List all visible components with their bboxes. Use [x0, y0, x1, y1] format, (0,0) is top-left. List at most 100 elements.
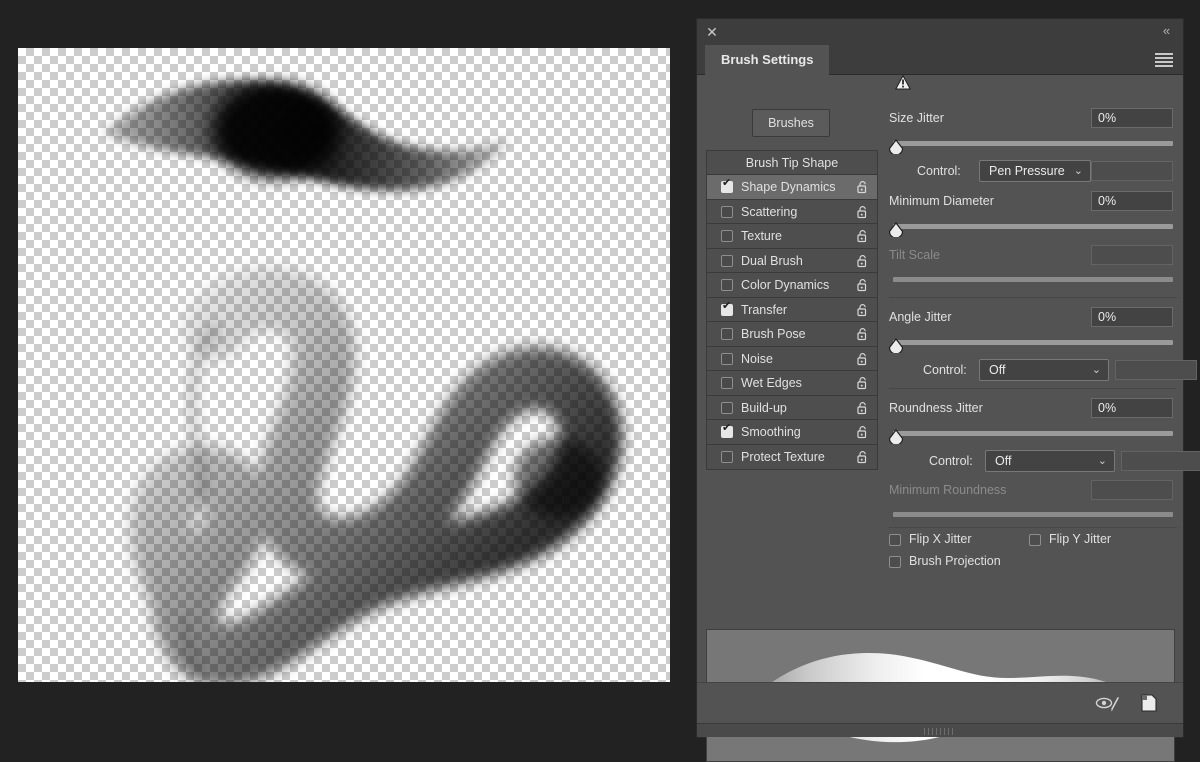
- tilt-scale-label: Tilt Scale: [889, 248, 940, 262]
- warning-triangle-icon: [895, 75, 911, 90]
- unlocked-padlock-icon[interactable]: [856, 352, 869, 366]
- angle-control-dropdown[interactable]: Off ⌄: [979, 359, 1109, 381]
- sidebar-item-noise[interactable]: Noise: [707, 347, 877, 371]
- sidebar-item-label: Smoothing: [741, 425, 801, 439]
- sidebar-item-color-dynamics[interactable]: Color Dynamics: [707, 273, 877, 298]
- chevron-down-icon: ⌄: [1073, 165, 1083, 177]
- eye-brush-icon[interactable]: [1095, 693, 1121, 713]
- minimum-roundness-slider-track: [893, 512, 1173, 517]
- unlocked-padlock-icon[interactable]: [856, 327, 869, 341]
- close-icon[interactable]: ✕: [704, 24, 720, 40]
- checkbox-smoothing[interactable]: [721, 422, 733, 438]
- angle-control-label: Control:: [923, 363, 967, 377]
- checkbox-flip-y-jitter[interactable]: [1029, 534, 1041, 546]
- unlocked-padlock-icon[interactable]: [856, 254, 869, 268]
- minimum-diameter-slider-track[interactable]: [893, 224, 1173, 229]
- roundness-jitter-slider-track[interactable]: [893, 431, 1173, 436]
- angle-jitter-slider-handle[interactable]: [888, 338, 904, 353]
- unlocked-padlock-icon[interactable]: [856, 180, 869, 194]
- checkbox-noise[interactable]: [721, 352, 733, 365]
- sidebar-item-texture[interactable]: Texture: [707, 224, 877, 249]
- size-control-dropdown[interactable]: Pen Pressure ⌄: [979, 160, 1091, 182]
- unlocked-padlock-icon[interactable]: [856, 278, 869, 292]
- unlocked-padlock-icon[interactable]: [856, 229, 869, 243]
- unlocked-padlock-icon[interactable]: [856, 450, 869, 464]
- brush-dab-stroke: [104, 75, 510, 191]
- document-canvas[interactable]: [18, 48, 670, 682]
- brush-options-list: Brush Tip Shape Shape Dynamics Scatterin…: [706, 150, 878, 470]
- size-jitter-slider-handle[interactable]: [888, 139, 904, 154]
- brushes-button[interactable]: Brushes: [752, 109, 830, 137]
- sidebar-item-transfer[interactable]: Transfer: [707, 298, 877, 322]
- sidebar-item-label: Texture: [741, 229, 782, 243]
- angle-control-selected-value: Off: [989, 363, 1006, 377]
- minimum-roundness-value: [1091, 480, 1173, 500]
- sidebar-item-wet-edges[interactable]: Wet Edges: [707, 371, 877, 396]
- size-jitter-label: Size Jitter: [889, 111, 944, 125]
- tab-brush-settings[interactable]: Brush Settings: [705, 45, 830, 75]
- checkbox-dual-brush[interactable]: [721, 254, 733, 267]
- sidebar-item-smoothing[interactable]: Smoothing: [707, 420, 877, 445]
- size-control-label: Control:: [917, 164, 961, 178]
- checkbox-scattering[interactable]: [721, 205, 733, 218]
- sidebar-item-build-up[interactable]: Build-up: [707, 396, 877, 420]
- sidebar-item-shape-dynamics[interactable]: Shape Dynamics: [707, 175, 877, 200]
- roundness-control-aux-value[interactable]: [1121, 451, 1200, 471]
- checkbox-brush-projection[interactable]: [889, 556, 901, 568]
- section-divider: [889, 388, 1177, 389]
- size-jitter-value[interactable]: 0%: [1091, 108, 1173, 128]
- unlocked-padlock-icon[interactable]: [856, 425, 869, 439]
- angle-jitter-slider-track[interactable]: [893, 340, 1173, 345]
- checkbox-wet-edges[interactable]: [721, 377, 733, 389]
- sidebar-item-label: Shape Dynamics: [741, 180, 836, 194]
- angle-control-aux-value[interactable]: [1115, 360, 1197, 380]
- section-divider: [889, 527, 1177, 528]
- panel-tabstrip: Brush Settings: [697, 45, 1183, 75]
- sidebar-item-label: Transfer: [741, 302, 788, 317]
- size-control-aux-value[interactable]: [1091, 161, 1173, 181]
- sidebar-item-brush-pose[interactable]: Brush Pose: [707, 322, 877, 347]
- roundness-control-dropdown[interactable]: Off ⌄: [985, 450, 1115, 472]
- chevron-down-icon: ⌄: [1091, 364, 1101, 376]
- checkbox-flip-x-jitter[interactable]: [889, 534, 901, 546]
- unlocked-padlock-icon[interactable]: [856, 303, 869, 317]
- panel-titlebar: ✕ «: [697, 19, 1183, 45]
- checkbox-transfer[interactable]: [721, 300, 733, 316]
- unlocked-padlock-icon[interactable]: [856, 401, 869, 415]
- flip-x-jitter-label: Flip X Jitter: [909, 532, 972, 546]
- panel-resize-grip[interactable]: [697, 723, 1183, 737]
- checkbox-build-up[interactable]: [721, 401, 733, 414]
- chevron-down-icon: ⌄: [1097, 455, 1107, 467]
- sidebar-item-scattering[interactable]: Scattering: [707, 200, 877, 224]
- sidebar-item-label: Color Dynamics: [741, 278, 830, 292]
- new-brush-preset-icon[interactable]: [1139, 693, 1159, 713]
- shape-dynamics-controls: Size Jitter 0% Control: Pen Pressure ⌄ M…: [883, 75, 1200, 682]
- hamburger-menu-icon[interactable]: [1155, 53, 1173, 67]
- sidebar-item-label: Protect Texture: [741, 449, 825, 464]
- size-jitter-slider-track[interactable]: [893, 141, 1173, 146]
- serpentine-stroke: [130, 267, 622, 682]
- checkbox-protect-texture[interactable]: [721, 450, 733, 463]
- unlocked-padlock-icon[interactable]: [856, 205, 869, 219]
- canvas-artwork: [104, 75, 622, 682]
- sidebar-item-protect-texture[interactable]: Protect Texture: [707, 445, 877, 470]
- minimum-diameter-label: Minimum Diameter: [889, 194, 994, 208]
- checkbox-color-dynamics[interactable]: [721, 279, 733, 291]
- roundness-jitter-value[interactable]: 0%: [1091, 398, 1173, 418]
- angle-jitter-value[interactable]: 0%: [1091, 307, 1173, 327]
- checkbox-brush-pose[interactable]: [721, 328, 733, 340]
- roundness-control-label: Control:: [929, 454, 973, 468]
- flip-y-jitter-label: Flip Y Jitter: [1049, 532, 1112, 546]
- brush-settings-panel: ✕ « Brush Settings Brushes Brush Tip Sha…: [696, 18, 1200, 762]
- double-chevron-left-icon[interactable]: «: [1157, 23, 1175, 39]
- minimum-diameter-slider-handle[interactable]: [888, 222, 904, 237]
- checkbox-texture[interactable]: [721, 230, 733, 242]
- minimum-roundness-label: Minimum Roundness: [889, 483, 1007, 497]
- sidebar-item-dual-brush[interactable]: Dual Brush: [707, 249, 877, 273]
- sidebar-item-label: Build-up: [741, 400, 787, 415]
- sidebar-item-brush-tip-shape[interactable]: Brush Tip Shape: [707, 151, 877, 175]
- unlocked-padlock-icon[interactable]: [856, 376, 869, 390]
- minimum-diameter-value[interactable]: 0%: [1091, 191, 1173, 211]
- checkbox-shape-dynamics[interactable]: [721, 177, 733, 193]
- roundness-jitter-slider-handle[interactable]: [888, 429, 904, 444]
